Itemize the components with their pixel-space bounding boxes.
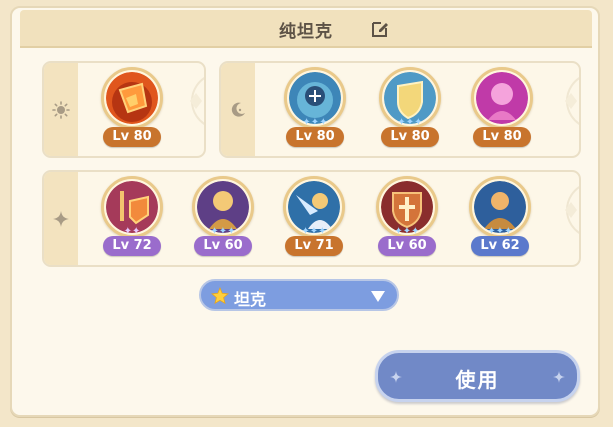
hero-level-badge: Lv 60 <box>194 236 252 256</box>
hero-portrait-flame-shield <box>106 72 158 124</box>
sparkle-icon <box>53 210 69 227</box>
ornament-icon <box>565 186 579 234</box>
ornament-icon <box>190 77 204 125</box>
hero-slot[interactable]: ✦✦✦ Lv 80 <box>281 67 351 155</box>
hero-level-badge: Lv 62 <box>471 236 529 256</box>
hero-slot[interactable]: Lv 80 <box>98 67 168 155</box>
chevron-down-icon <box>371 291 385 302</box>
sun-icon <box>52 100 70 119</box>
sparkle-icon <box>553 371 565 383</box>
hero-slot[interactable]: Lv 80 <box>468 67 538 155</box>
hero-level-badge: Lv 80 <box>381 127 439 147</box>
hero-level-badge: Lv 80 <box>286 127 344 147</box>
group-moon-strip <box>221 63 255 156</box>
hero-level-badge: Lv 60 <box>378 236 436 256</box>
ornament-icon <box>565 77 579 125</box>
hero-level-badge: Lv 80 <box>473 127 531 147</box>
use-button[interactable]: 使用 <box>375 350 580 402</box>
role-filter-label: 坦克 <box>234 290 267 309</box>
team-title: 纯坦克 <box>279 22 333 42</box>
edit-icon[interactable] <box>370 19 390 39</box>
hero-slot[interactable]: ✦✦✦ Lv 62 <box>466 176 536 264</box>
hero-level-badge: Lv 72 <box>103 236 161 256</box>
role-filter-select[interactable]: 坦克 <box>199 279 399 311</box>
hero-slot[interactable]: ✦✦✦ Lv 60 <box>189 176 259 264</box>
star-icon <box>211 287 229 305</box>
group-star-strip <box>44 172 78 265</box>
hero-portrait-pink-mage <box>476 72 528 124</box>
hero-slot[interactable]: ✦✦✦ Lv 80 <box>376 67 446 155</box>
hero-slot[interactable]: ✦✦ Lv 72 <box>98 176 168 264</box>
group-sun-strip <box>44 63 78 156</box>
moon-icon <box>231 102 245 117</box>
hero-slot[interactable]: ✦✦✦ Lv 71 <box>280 176 350 264</box>
hero-level-badge: Lv 71 <box>285 236 343 256</box>
hero-slot[interactable]: ✦✦✦ Lv 60 <box>373 176 443 264</box>
team-header: 纯坦克 <box>20 10 592 48</box>
hero-level-badge: Lv 80 <box>103 127 161 147</box>
use-button-label: 使用 <box>455 368 500 392</box>
